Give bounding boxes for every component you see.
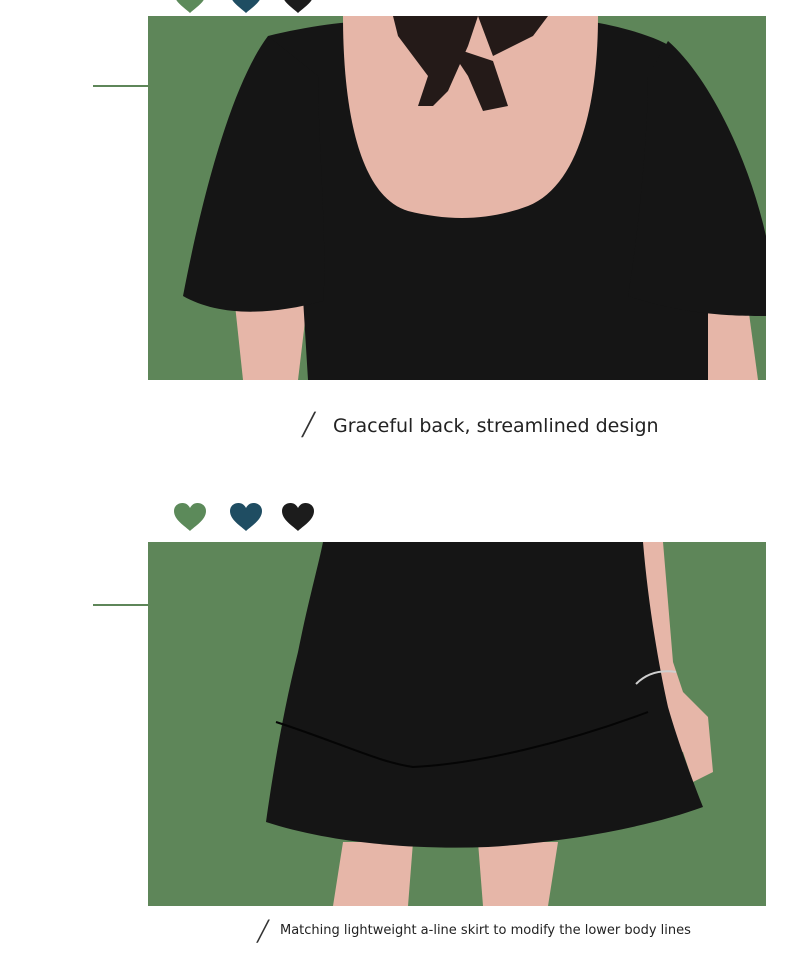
decorative-side-line <box>93 85 149 87</box>
black-heart-shape <box>282 503 314 531</box>
teal-heart-icon <box>229 0 263 14</box>
back-view-photo <box>148 16 766 380</box>
skirt-photo <box>148 542 766 906</box>
skirt-description-caption: Matching lightweight a-line skirt to mod… <box>280 923 691 938</box>
green-heart-shape <box>176 0 204 13</box>
decorative-side-line <box>93 604 149 606</box>
black-heart-icon <box>281 0 315 14</box>
green-heart-icon <box>173 0 207 14</box>
green-heart-shape <box>174 503 206 531</box>
black-heart-icon <box>281 502 315 532</box>
teal-heart-shape <box>232 0 260 13</box>
black-heart-shape <box>284 0 312 13</box>
back-design-caption: Graceful back, streamlined design <box>333 415 659 437</box>
caption-divider-slash: ╱ <box>257 919 270 943</box>
teal-heart-shape <box>230 503 262 531</box>
teal-heart-icon <box>229 502 263 532</box>
green-heart-icon <box>173 502 207 532</box>
caption-divider-slash: ╱ <box>302 413 316 438</box>
